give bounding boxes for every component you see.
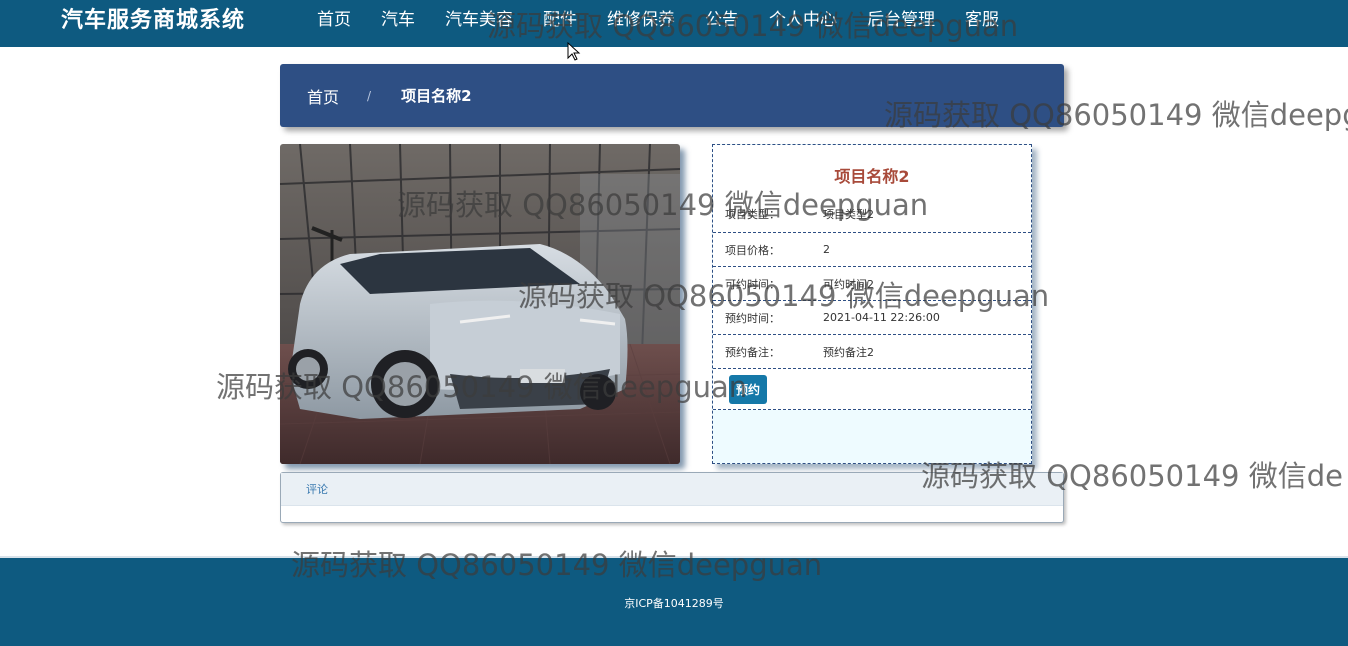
detail-title-block: 项目名称2 项目类型： 项目类型2	[713, 145, 1031, 233]
nav-item-car-beauty[interactable]: 汽车美容	[430, 0, 528, 53]
field-label: 项目价格：	[725, 243, 780, 257]
icp-record: 京ICP备1041289号	[624, 597, 724, 610]
detail-title: 项目名称2	[834, 167, 910, 186]
comments-header: 评论	[281, 473, 1063, 506]
nav-item-notice[interactable]: 公告	[690, 0, 754, 47]
breadcrumb-separator: /	[367, 88, 372, 103]
field-row-type: 项目类型： 项目类型2	[713, 196, 1031, 232]
nav-item-maintenance[interactable]: 维修保养	[592, 0, 690, 47]
car-photo	[280, 144, 680, 464]
field-value: 2021-04-11 22:26:00	[823, 311, 940, 324]
nav-item-customer-service[interactable]: 客服	[950, 0, 1014, 47]
footer: 京ICP备1041289号	[0, 556, 1348, 646]
field-value: 预约备注2	[823, 345, 874, 359]
mouse-cursor-icon	[567, 42, 581, 61]
field-row-remark: 预约备注： 预约备注2	[713, 335, 1031, 369]
product-image	[280, 144, 680, 464]
field-value: 可约时间2	[823, 277, 874, 291]
nav-item-home[interactable]: 首页	[302, 0, 366, 47]
action-row: 预约	[713, 369, 1031, 410]
field-label: 可约时间：	[725, 277, 780, 291]
breadcrumb-home[interactable]: 首页	[307, 84, 339, 108]
nav-item-personal-center[interactable]: 个人中心	[754, 0, 852, 47]
page: 汽车服务商城系统 首页 汽车 汽车美容 配件 维修保养 公告 个人中心 后台管理…	[0, 0, 1348, 646]
field-label: 项目类型：	[725, 208, 780, 221]
field-label: 预约备注：	[725, 345, 780, 359]
field-value: 2	[823, 243, 830, 256]
field-row-available-time: 可约时间： 可约时间2	[713, 267, 1031, 301]
nav-item-parts[interactable]: 配件	[528, 0, 592, 53]
field-value: 项目类型2	[823, 208, 874, 221]
nav-item-admin[interactable]: 后台管理	[852, 0, 950, 47]
field-row-price: 项目价格： 2	[713, 233, 1031, 267]
field-label: 预约时间：	[725, 311, 780, 325]
top-navbar: 汽车服务商城系统 首页 汽车 汽车美容 配件 维修保养 公告 个人中心 后台管理…	[0, 0, 1348, 53]
field-row-booking-time: 预约时间： 2021-04-11 22:26:00	[713, 301, 1031, 335]
site-brand[interactable]: 汽车服务商城系统	[61, 6, 245, 36]
main-nav: 首页 汽车 汽车美容 配件 维修保养 公告 个人中心 后台管理 客服	[302, 0, 1014, 53]
detail-panel: 项目名称2 项目类型： 项目类型2 项目价格： 2 可约时间： 可约时间2 预约…	[712, 144, 1032, 464]
comments-panel: 评论	[280, 472, 1064, 523]
tab-comments[interactable]: 评论	[306, 481, 328, 497]
breadcrumb: 首页 / 项目名称2	[280, 64, 1064, 127]
breadcrumb-current: 项目名称2	[401, 87, 472, 105]
nav-item-cars[interactable]: 汽车	[366, 0, 430, 47]
book-button[interactable]: 预约	[729, 374, 768, 404]
